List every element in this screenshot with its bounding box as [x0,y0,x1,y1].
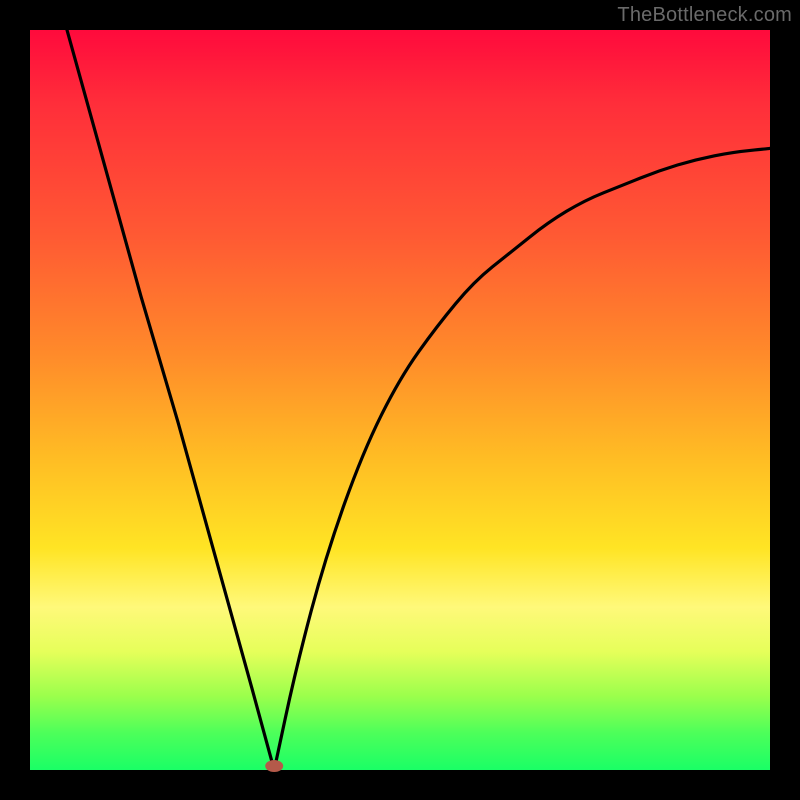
chart-frame: TheBottleneck.com [0,0,800,800]
trough-marker [265,760,283,772]
curve-left-branch [67,30,274,770]
plot-area [30,30,770,770]
watermark-text: TheBottleneck.com [617,4,792,27]
curve-right-branch [274,148,770,770]
bottleneck-curve [30,30,770,770]
